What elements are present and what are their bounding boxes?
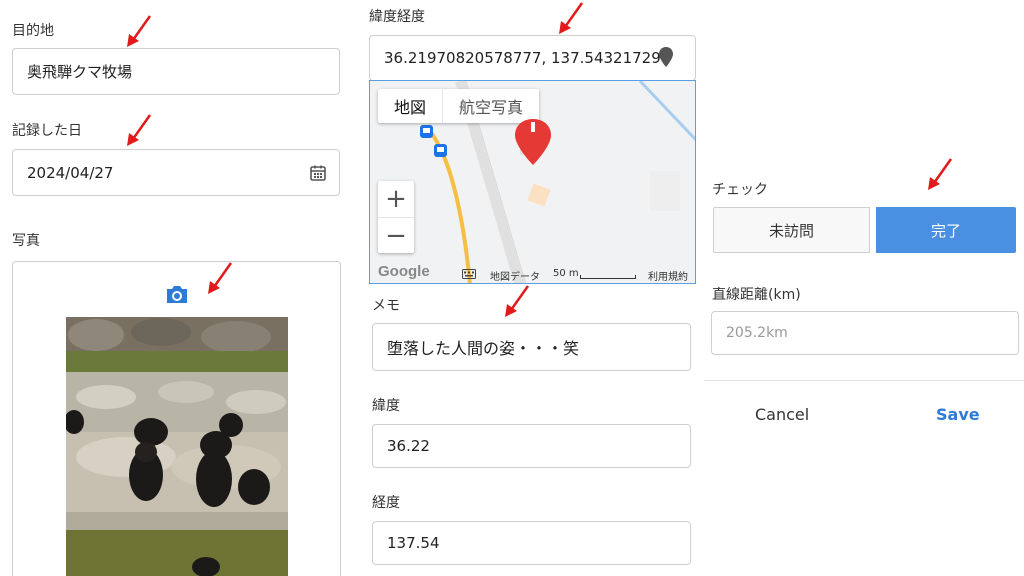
check-option-done[interactable]: 完了 — [876, 207, 1016, 253]
lat-input[interactable]: 36.22 — [372, 424, 691, 468]
google-logo: Google — [378, 263, 430, 280]
arrow-check-icon — [928, 158, 953, 190]
destination-input[interactable]: 奥飛騨クマ牧場 — [12, 48, 340, 95]
check-label: チェック — [712, 182, 768, 198]
memo-input[interactable]: 堕落した人間の姿・・・笑 — [372, 323, 691, 371]
camera-icon[interactable] — [165, 283, 189, 305]
date-label: 記録した日 — [12, 123, 82, 139]
arrow-photo-icon — [208, 262, 233, 294]
terms-link[interactable]: 利用規約 — [648, 268, 688, 283]
map-tab-satellite[interactable]: 航空写真 — [442, 89, 539, 123]
arrow-date-icon — [127, 114, 152, 146]
zoom-out-button[interactable]: − — [378, 217, 414, 253]
keyboard-icon[interactable] — [462, 269, 476, 279]
lng-input[interactable]: 137.54 — [372, 521, 691, 565]
cancel-button[interactable]: Cancel — [755, 405, 809, 424]
zoom-in-button[interactable]: + — [378, 181, 414, 217]
bear-photo — [66, 317, 288, 576]
distance-label: 直線距離(km) — [712, 287, 801, 303]
date-input[interactable]: 2024/04/27 — [12, 149, 340, 196]
lat-label: 緯度 — [372, 398, 400, 414]
latlng-label: 緯度経度 — [369, 9, 425, 25]
dialog-divider — [704, 380, 1024, 381]
arrow-destination-icon — [127, 15, 152, 47]
latlng-input[interactable]: 36.21970820578777, 137.543217298 — [369, 35, 696, 81]
distance-input: 205.2km — [711, 311, 1019, 355]
calendar-icon[interactable] — [309, 164, 327, 182]
zoom-controls: + − — [378, 181, 414, 253]
check-option-unvisited[interactable]: 未訪問 — [713, 207, 870, 253]
scale-bar — [580, 275, 636, 279]
save-button[interactable]: Save — [936, 405, 980, 424]
scale-label: 50 m — [553, 268, 579, 279]
destination-label: 目的地 — [12, 23, 54, 39]
memo-label: メモ — [372, 298, 400, 314]
photo-label: 写真 — [12, 233, 40, 249]
map-view[interactable]: 地図 航空写真 + − Google 地図データ 50 m 利用規約 — [369, 80, 696, 284]
map-footer: Google 地図データ 50 m 利用規約 — [370, 263, 695, 283]
map-pin-icon[interactable] — [658, 46, 674, 68]
map-data-link[interactable]: 地図データ — [490, 268, 540, 283]
map-type-toggle: 地図 航空写真 — [378, 89, 540, 123]
arrow-latlng-icon — [559, 2, 584, 34]
date-value: 2024/04/27 — [27, 163, 114, 182]
map-tab-map[interactable]: 地図 — [378, 89, 442, 123]
lng-label: 経度 — [372, 495, 400, 511]
arrow-memo-icon — [505, 285, 530, 317]
latlng-value: 36.21970820578777, 137.543217298 — [384, 49, 660, 67]
location-marker-icon[interactable] — [513, 119, 553, 167]
